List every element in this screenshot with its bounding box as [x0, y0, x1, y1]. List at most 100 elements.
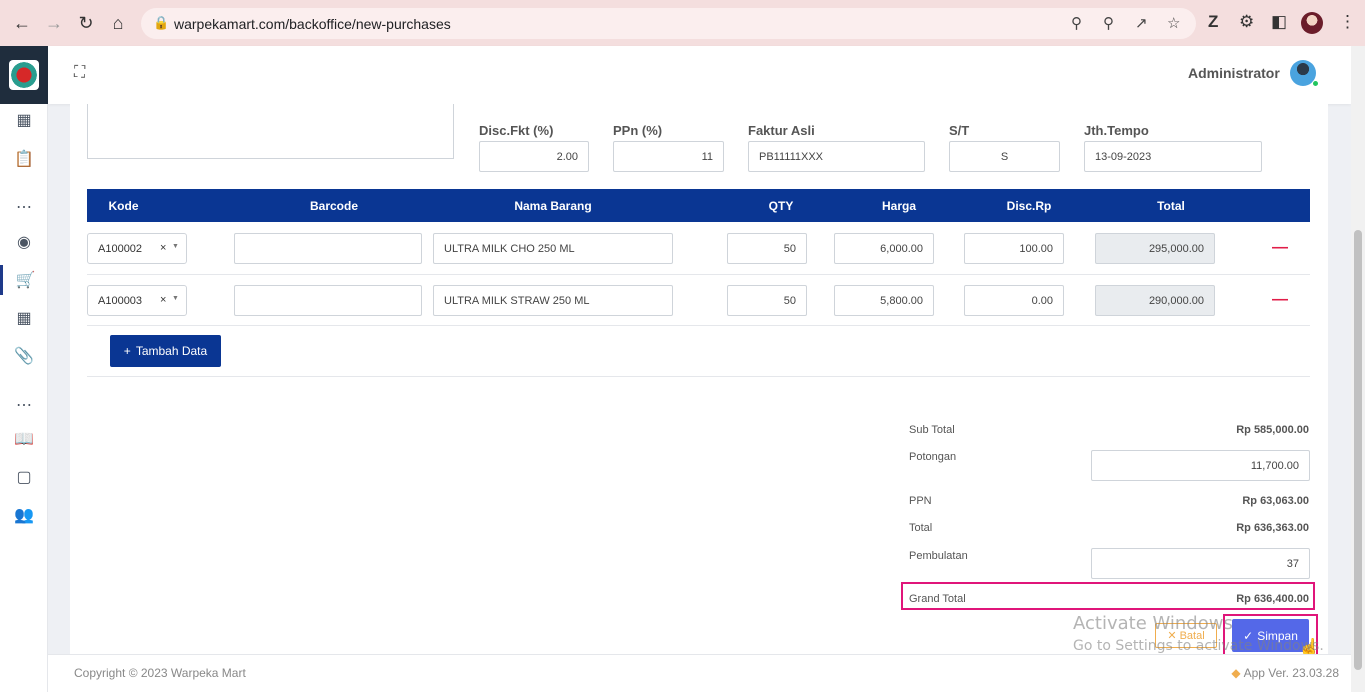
- app-version: ◆ App Ver. 23.03.28: [1231, 666, 1339, 680]
- plus-icon: +: [123, 344, 131, 358]
- jth-tempo-label: Jth.Tempo: [1084, 123, 1149, 138]
- sidepanel-icon[interactable]: ◧: [1271, 12, 1287, 32]
- pembulatan-label: Pembulatan: [909, 550, 968, 562]
- clipboard-icon[interactable]: 📋: [0, 144, 48, 174]
- total-value: Rp 636,363.00: [1236, 522, 1309, 534]
- lock-icon: 🔒: [153, 15, 170, 30]
- zoom-icon[interactable]: ⚲: [1103, 14, 1114, 32]
- ppn-value: Rp 63,063.00: [1242, 495, 1309, 507]
- activate-windows-title: Activate Windows: [1073, 613, 1233, 634]
- url-text: warpekamart.com/backoffice/new-purchases: [174, 16, 451, 32]
- paperclip-icon[interactable]: 📎: [0, 341, 48, 371]
- qty-input[interactable]: 50: [727, 285, 807, 316]
- faktur-asli-label: Faktur Asli: [748, 123, 815, 138]
- clear-icon[interactable]: ×: [160, 242, 166, 254]
- col-harga: Harga: [881, 199, 916, 213]
- st-input[interactable]: S: [949, 141, 1060, 172]
- sidebar: ▦ 📋 ⋯ ◉ 🛒 ▦ 📎 ⋯ 📖 ▢ 👥: [0, 46, 48, 692]
- kode-value: A100002: [98, 242, 143, 255]
- app-header: ⛶ Administrator: [48, 46, 1351, 104]
- home-icon[interactable]: ⌂: [106, 11, 130, 35]
- kode-select[interactable]: A100002 × ▼: [87, 233, 187, 264]
- notes-textarea[interactable]: [87, 104, 454, 159]
- broadcast-icon[interactable]: ◉: [0, 227, 48, 257]
- logo-box[interactable]: [0, 46, 48, 104]
- row-total-field: 295,000.00: [1095, 233, 1215, 264]
- copyright-text: Copyright © 2023 Warpeka Mart: [74, 666, 246, 680]
- disc-fkt-input[interactable]: 2.00: [479, 141, 589, 172]
- dashboard-icon[interactable]: ▦: [0, 105, 48, 135]
- col-total: Total: [1157, 199, 1185, 213]
- profile-avatar[interactable]: [1301, 12, 1323, 34]
- disc-rp-input[interactable]: 100.00: [964, 233, 1064, 264]
- scrollbar-thumb[interactable]: [1354, 230, 1362, 670]
- calculator-icon[interactable]: ▦: [0, 303, 48, 333]
- barcode-input[interactable]: [234, 233, 422, 264]
- nama-barang-input[interactable]: ULTRA MILK STRAW 250 ML: [433, 285, 673, 316]
- layers-icon: ◆: [1231, 666, 1241, 680]
- grand-total-label: Grand Total: [909, 593, 966, 605]
- sub-total-value: Rp 585,000.00: [1236, 424, 1309, 436]
- col-barcode: Barcode: [309, 199, 359, 213]
- faktur-asli-input[interactable]: PB11111XXX: [748, 141, 925, 172]
- tambah-data-label: Tambah Data: [135, 344, 208, 358]
- book-icon[interactable]: 📖: [0, 424, 48, 454]
- clear-icon[interactable]: ×: [160, 294, 166, 306]
- browser-chrome: ← → ↻ ⌂ 🔒 warpekamart.com/backoffice/new…: [0, 0, 1365, 46]
- row-divider: [87, 325, 1310, 326]
- user-name[interactable]: Administrator: [1188, 65, 1280, 81]
- disc-rp-input[interactable]: 0.00: [964, 285, 1064, 316]
- caret-down-icon[interactable]: ▼: [172, 295, 179, 302]
- items-table-header: Kode Barcode Nama Barang QTY Harga Disc.…: [87, 189, 1310, 222]
- st-label: S/T: [949, 123, 970, 138]
- page-scrollbar[interactable]: [1351, 46, 1365, 692]
- sub-total-label: Sub Total: [909, 424, 955, 436]
- jth-tempo-input[interactable]: 13-09-2023: [1084, 141, 1262, 172]
- forward-arrow-icon[interactable]: →: [42, 11, 66, 35]
- ppn-percent-label: PPn (%): [613, 123, 663, 138]
- harga-input[interactable]: 5,800.00: [834, 285, 934, 316]
- address-bar[interactable]: 🔒 warpekamart.com/backoffice/new-purchas…: [141, 8, 1196, 39]
- col-kode: Kode: [108, 199, 139, 213]
- pembulatan-input[interactable]: 37: [1091, 548, 1310, 579]
- row-total-field: 290,000.00: [1095, 285, 1215, 316]
- remove-row-icon[interactable]: —: [1272, 291, 1288, 309]
- cart-icon[interactable]: 🛒: [0, 265, 48, 295]
- reload-icon[interactable]: ↻: [74, 11, 98, 35]
- row-divider: [87, 274, 1310, 275]
- potongan-label: Potongan: [909, 451, 957, 463]
- kode-value: A100003: [98, 294, 143, 307]
- nama-barang-input[interactable]: ULTRA MILK CHO 250 ML: [433, 233, 673, 264]
- potongan-input[interactable]: 11,700.00: [1091, 450, 1310, 481]
- caret-down-icon[interactable]: ▼: [172, 243, 179, 250]
- footer: Copyright © 2023 Warpeka Mart ◆ App Ver. …: [48, 654, 1351, 692]
- harga-input[interactable]: 6,000.00: [834, 233, 934, 264]
- star-icon[interactable]: ☆: [1167, 14, 1180, 32]
- remove-row-icon[interactable]: —: [1272, 239, 1288, 257]
- grand-total-value: Rp 636,400.00: [1236, 593, 1309, 605]
- warpeka-logo: [9, 60, 39, 90]
- back-arrow-icon[interactable]: ←: [10, 11, 34, 35]
- more-dots-icon-2: ⋯: [16, 397, 32, 414]
- box-icon[interactable]: ▢: [0, 462, 48, 492]
- more-dots-icon: ⋯: [16, 199, 32, 216]
- section-divider: [87, 376, 1310, 377]
- z-extension-icon[interactable]: Z: [1208, 12, 1218, 32]
- ppn-label: PPN: [909, 495, 932, 507]
- ppn-percent-input[interactable]: 11: [613, 141, 724, 172]
- total-label: Total: [909, 522, 933, 534]
- tambah-data-button[interactable]: + Tambah Data: [110, 335, 221, 367]
- barcode-input[interactable]: [234, 285, 422, 316]
- key-icon[interactable]: ⚲: [1071, 14, 1082, 32]
- puzzle-icon[interactable]: ⚙: [1239, 12, 1254, 32]
- users-icon[interactable]: 👥: [0, 500, 48, 530]
- menu-dots-icon[interactable]: ⋮: [1339, 12, 1356, 32]
- fullscreen-icon[interactable]: ⛶: [74, 64, 85, 82]
- kode-select[interactable]: A100003 × ▼: [87, 285, 187, 316]
- share-icon[interactable]: ↗: [1135, 14, 1148, 32]
- col-qty: QTY: [768, 199, 794, 213]
- disc-fkt-label: Disc.Fkt (%): [479, 123, 554, 138]
- col-disc-rp: Disc.Rp: [1006, 199, 1052, 213]
- qty-input[interactable]: 50: [727, 233, 807, 264]
- activate-windows-subtitle: Go to Settings to activate Windows.: [1073, 638, 1324, 654]
